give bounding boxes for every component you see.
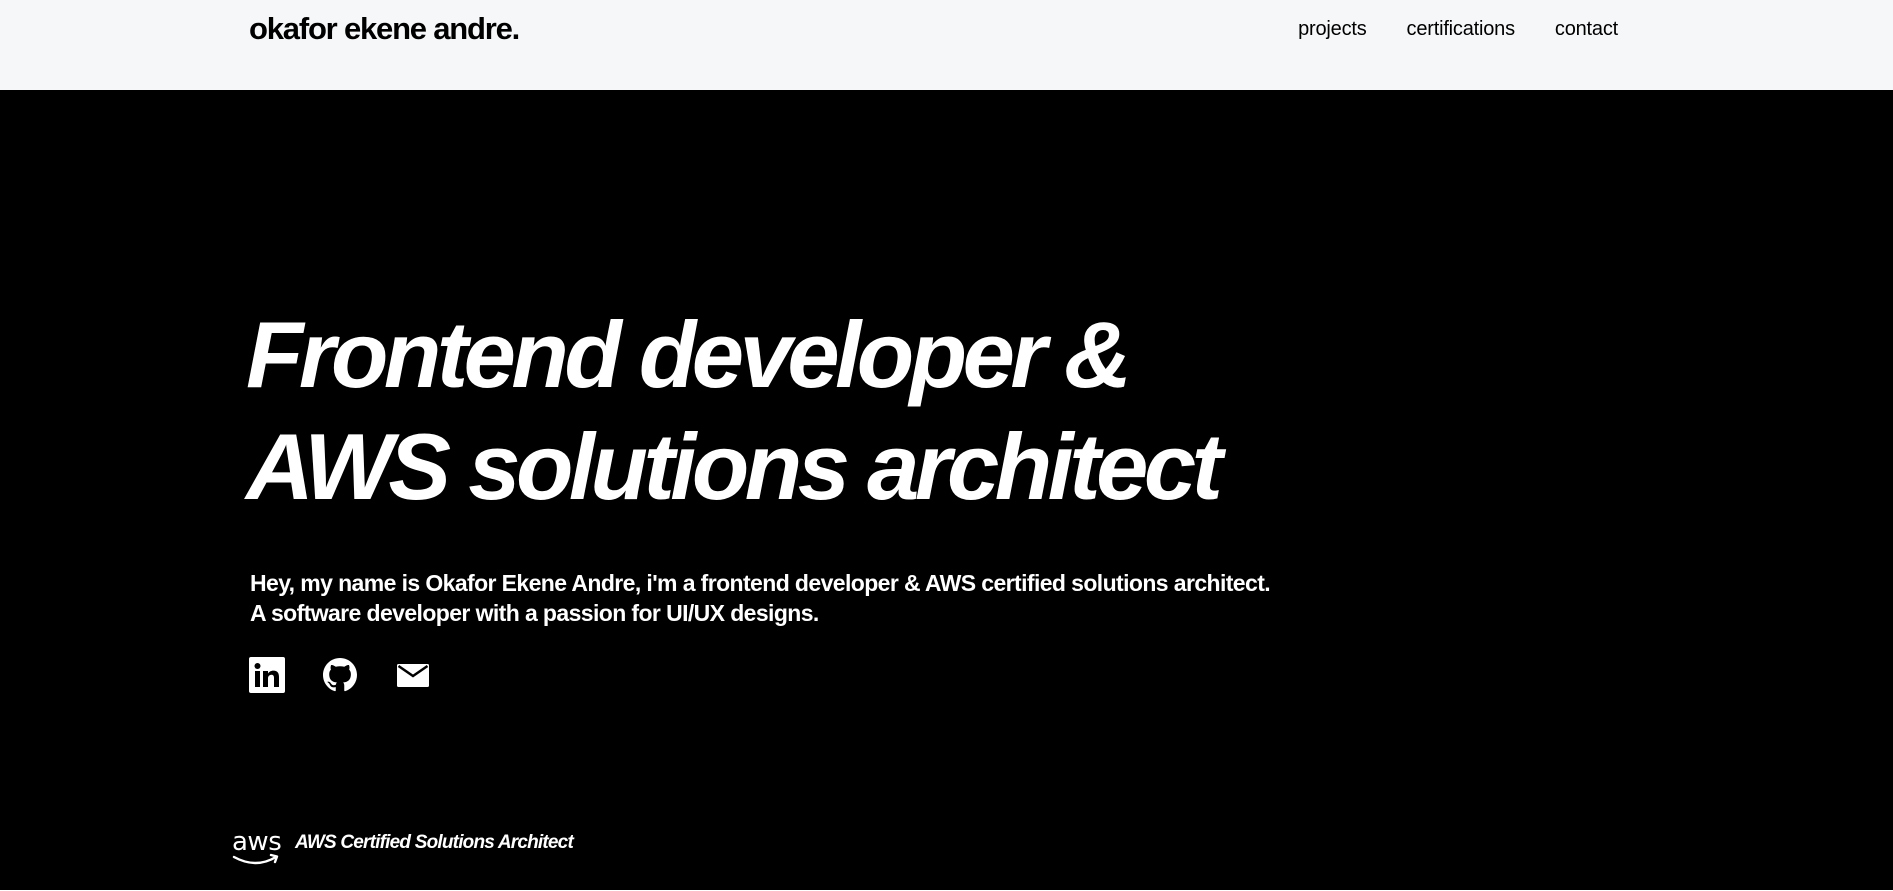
hero-headline: Frontend developer & AWS solutions archi… bbox=[246, 299, 1223, 523]
social-links bbox=[249, 657, 431, 693]
aws-badge-label: AWS Certified Solutions Architect bbox=[295, 832, 574, 853]
aws-certification-badge: aws AWS Certified Solutions Architect bbox=[231, 828, 574, 868]
aws-logo: aws bbox=[231, 828, 283, 868]
nav-link-projects[interactable]: projects bbox=[1298, 14, 1367, 44]
linkedin-link[interactable] bbox=[249, 657, 285, 693]
brand-logo-link[interactable]: okafor ekene andre. bbox=[249, 10, 520, 48]
nav-link-certifications[interactable]: certifications bbox=[1407, 14, 1516, 44]
nav-link-contact[interactable]: contact bbox=[1555, 14, 1618, 44]
hero-intro: Hey, my name is Okafor Ekene Andre, i'm … bbox=[250, 568, 1271, 628]
github-icon bbox=[323, 658, 357, 692]
github-link[interactable] bbox=[322, 657, 358, 693]
hero-intro-line-1: Hey, my name is Okafor Ekene Andre, i'm … bbox=[250, 570, 1271, 596]
hero-intro-line-2: A software developer with a passion for … bbox=[250, 600, 819, 626]
hero-headline-line-2: AWS solutions architect bbox=[246, 414, 1223, 519]
linkedin-icon bbox=[249, 657, 285, 693]
hero-section: Frontend developer & AWS solutions archi… bbox=[0, 90, 1893, 890]
aws-smile-icon bbox=[232, 853, 279, 865]
email-link[interactable] bbox=[395, 657, 431, 693]
main-nav: projects certifications contact bbox=[1298, 14, 1618, 44]
page: okafor ekene andre. projects certificati… bbox=[0, 0, 1893, 891]
mail-icon bbox=[397, 664, 429, 687]
site-header: okafor ekene andre. projects certificati… bbox=[0, 0, 1893, 90]
hero-headline-line-1: Frontend developer & bbox=[246, 302, 1132, 407]
